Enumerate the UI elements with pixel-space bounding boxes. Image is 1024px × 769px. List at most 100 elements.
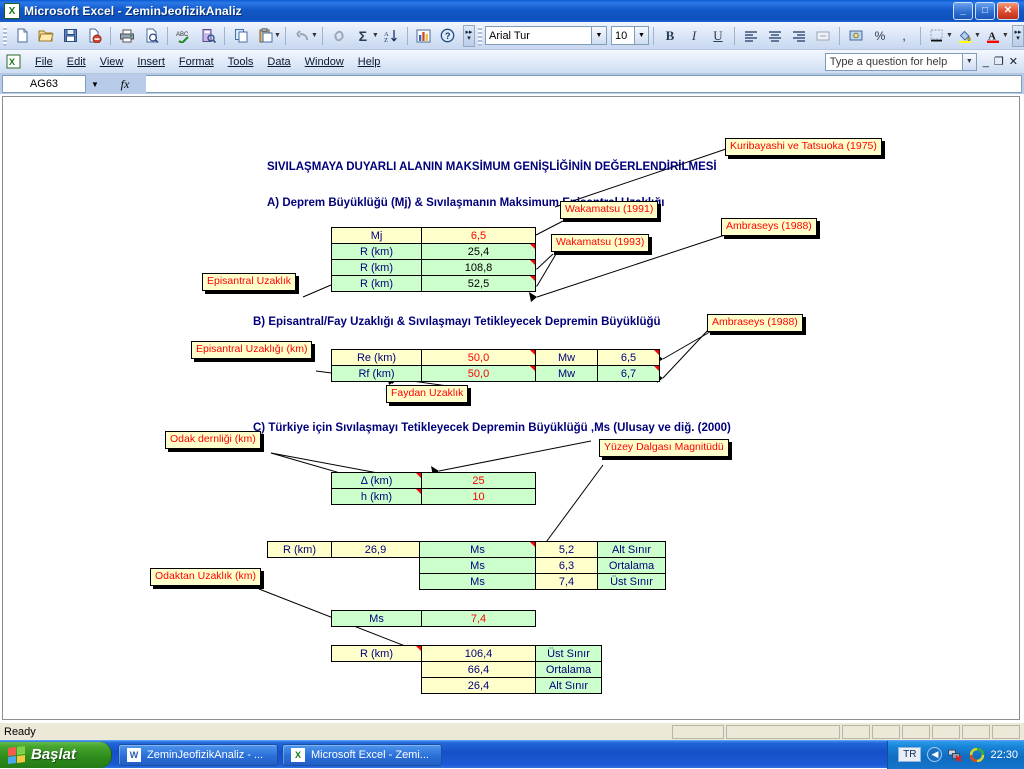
- table-row[interactable]: Ms 7,4: [331, 610, 536, 627]
- merge-cells-icon[interactable]: [812, 25, 834, 47]
- borders-chevron-down-icon[interactable]: ▼: [946, 32, 953, 39]
- cell-ms2-label[interactable]: Ms: [419, 557, 536, 574]
- menu-edit[interactable]: Edit: [60, 53, 93, 71]
- undo-icon[interactable]: [291, 25, 313, 47]
- print-icon[interactable]: [116, 25, 138, 47]
- table-ms-single[interactable]: Ms 7,4: [331, 610, 536, 627]
- document-restore-button[interactable]: ❐: [994, 55, 1004, 68]
- fill-color-icon[interactable]: [954, 25, 976, 47]
- paste-options-chevron-down-icon[interactable]: ▼: [274, 32, 281, 39]
- autosum-chevron-down-icon[interactable]: ▼: [372, 32, 379, 39]
- table-row[interactable]: R (km) 108,8: [331, 259, 536, 276]
- cell-ms3-label[interactable]: Ms: [419, 573, 536, 590]
- cell-mw2-label[interactable]: Mw: [535, 365, 598, 382]
- cell-delta-label[interactable]: Δ (km): [331, 472, 422, 489]
- cell-ms2-bound[interactable]: Ortalama: [597, 557, 666, 574]
- cell-ms3-value[interactable]: 7,4: [535, 573, 598, 590]
- save-icon[interactable]: [59, 25, 81, 47]
- table-section-a[interactable]: Mj 6,5 R (km) 25,4 R (km) 108,8 R (km) 5…: [331, 227, 536, 292]
- cell-r2-value[interactable]: 108,8: [421, 259, 536, 276]
- cell-ms-single-value[interactable]: 7,4: [421, 610, 536, 627]
- font-name-chevron-down-icon[interactable]: ▼: [591, 27, 606, 44]
- note-wakamatsu-1991[interactable]: Wakamatsu (1991): [560, 201, 659, 219]
- network-disconnected-icon[interactable]: [948, 747, 963, 762]
- cell-h-value[interactable]: 10: [421, 488, 536, 505]
- formatting-toolbar-overflow-button[interactable]: ▸▸ ▾: [1012, 24, 1024, 47]
- permission-icon[interactable]: [83, 25, 105, 47]
- help-icon[interactable]: ?: [437, 25, 459, 47]
- cell-rfinal-value-1[interactable]: 106,4: [421, 645, 536, 662]
- table-row[interactable]: Ms 7,4 Üst Sınır: [268, 573, 666, 590]
- align-right-icon[interactable]: [788, 25, 810, 47]
- table-row[interactable]: h (km) 10: [331, 488, 536, 505]
- worksheet-canvas[interactable]: SIVILAŞMAYA DUYARLI ALANIN MAKSİMUM GENİ…: [2, 96, 1020, 720]
- paste-icon[interactable]: [254, 25, 276, 47]
- cell-re-label[interactable]: Re (km): [331, 349, 422, 366]
- undo-chevron-down-icon[interactable]: ▼: [311, 32, 318, 39]
- research-icon[interactable]: [197, 25, 219, 47]
- menu-data[interactable]: Data: [260, 53, 297, 71]
- menu-help[interactable]: Help: [351, 53, 388, 71]
- menu-view[interactable]: View: [93, 53, 131, 71]
- cell-r-value[interactable]: 26,9: [331, 541, 420, 558]
- taskbar-item-word[interactable]: W ZeminJeofizikAnaliz - ...: [118, 743, 278, 766]
- ask-a-question-input[interactable]: Type a question for help ▼: [824, 52, 977, 71]
- cell-rfinal-bound-3[interactable]: Alt Sınır: [535, 677, 602, 694]
- minimize-button[interactable]: _: [953, 2, 973, 20]
- cell-r2-label[interactable]: R (km): [331, 259, 422, 276]
- table-row[interactable]: R (km) 25,4: [331, 243, 536, 260]
- insert-function-icon[interactable]: fx: [104, 77, 146, 92]
- italic-button[interactable]: I: [683, 25, 705, 47]
- percent-button[interactable]: %: [869, 25, 891, 47]
- language-indicator[interactable]: TR: [898, 747, 922, 762]
- menu-insert[interactable]: Insert: [130, 53, 172, 71]
- cell-ms2-value[interactable]: 6,3: [535, 557, 598, 574]
- table-row[interactable]: Δ (km) 25: [331, 472, 536, 489]
- align-center-icon[interactable]: [764, 25, 786, 47]
- taskbar-item-excel[interactable]: X Microsoft Excel - Zemi...: [282, 743, 442, 766]
- cell-rf-value[interactable]: 50,0: [421, 365, 536, 382]
- antivirus-icon[interactable]: [969, 747, 984, 762]
- cell-ms3-bound[interactable]: Üst Sınır: [597, 573, 666, 590]
- name-box-chevron-down-icon[interactable]: ▼: [86, 75, 104, 93]
- cell-r3-label[interactable]: R (km): [331, 275, 422, 292]
- autosum-icon[interactable]: Σ: [352, 25, 374, 47]
- close-button[interactable]: ✕: [997, 2, 1019, 20]
- hyperlink-icon[interactable]: [328, 25, 350, 47]
- table-row[interactable]: 66,4 Ortalama: [332, 661, 602, 678]
- sort-ascending-icon[interactable]: AZ: [380, 25, 402, 47]
- cell-rf-label[interactable]: Rf (km): [331, 365, 422, 382]
- show-hidden-icons-chevron-left-icon[interactable]: ◀: [927, 747, 943, 762]
- align-left-icon[interactable]: [740, 25, 762, 47]
- table-row[interactable]: Mj 6,5: [331, 227, 536, 244]
- cell-mw2-value[interactable]: 6,7: [597, 365, 660, 382]
- font-name-input[interactable]: Arial Tur ▼: [485, 26, 607, 45]
- table-row[interactable]: Rf (km) 50,0 Mw 6,7: [331, 365, 660, 382]
- cell-mj-label[interactable]: Mj: [331, 227, 422, 244]
- cell-re-value[interactable]: 50,0: [421, 349, 536, 366]
- currency-icon[interactable]: [845, 25, 867, 47]
- table-row[interactable]: Ms 6,3 Ortalama: [268, 557, 666, 574]
- note-odak-dernligi[interactable]: Odak dernliği (km): [165, 431, 261, 449]
- comma-style-button[interactable]: ,: [893, 25, 915, 47]
- underline-button[interactable]: U: [707, 25, 729, 47]
- table-row[interactable]: 26,4 Alt Sınır: [332, 677, 602, 694]
- cell-ms-single-label[interactable]: Ms: [331, 610, 422, 627]
- note-episantral-uzakligi-km[interactable]: Episantral Uzaklığı (km): [191, 341, 313, 359]
- chart-wizard-icon[interactable]: [413, 25, 435, 47]
- formula-input[interactable]: [146, 75, 1022, 93]
- toolbar-grip[interactable]: [3, 25, 7, 46]
- note-episantral-uzaklik[interactable]: Episantral Uzaklık: [202, 273, 297, 291]
- bold-button[interactable]: B: [659, 25, 681, 47]
- menu-file[interactable]: File: [28, 53, 60, 71]
- cell-delta-value[interactable]: 25: [421, 472, 536, 489]
- cell-r3-value[interactable]: 52,5: [421, 275, 536, 292]
- start-button[interactable]: Başlat: [0, 741, 112, 768]
- cell-mw1-label[interactable]: Mw: [535, 349, 598, 366]
- font-size-chevron-down-icon[interactable]: ▼: [634, 27, 648, 44]
- table-r-final[interactable]: R (km) 106,4 Üst Sınır 66,4 Ortalama 26,…: [331, 645, 602, 694]
- menu-tools[interactable]: Tools: [221, 53, 261, 71]
- borders-icon[interactable]: [926, 25, 948, 47]
- name-box[interactable]: AG63: [2, 75, 86, 93]
- table-row[interactable]: R (km) 26,9 Ms 5,2 Alt Sınır: [267, 541, 666, 558]
